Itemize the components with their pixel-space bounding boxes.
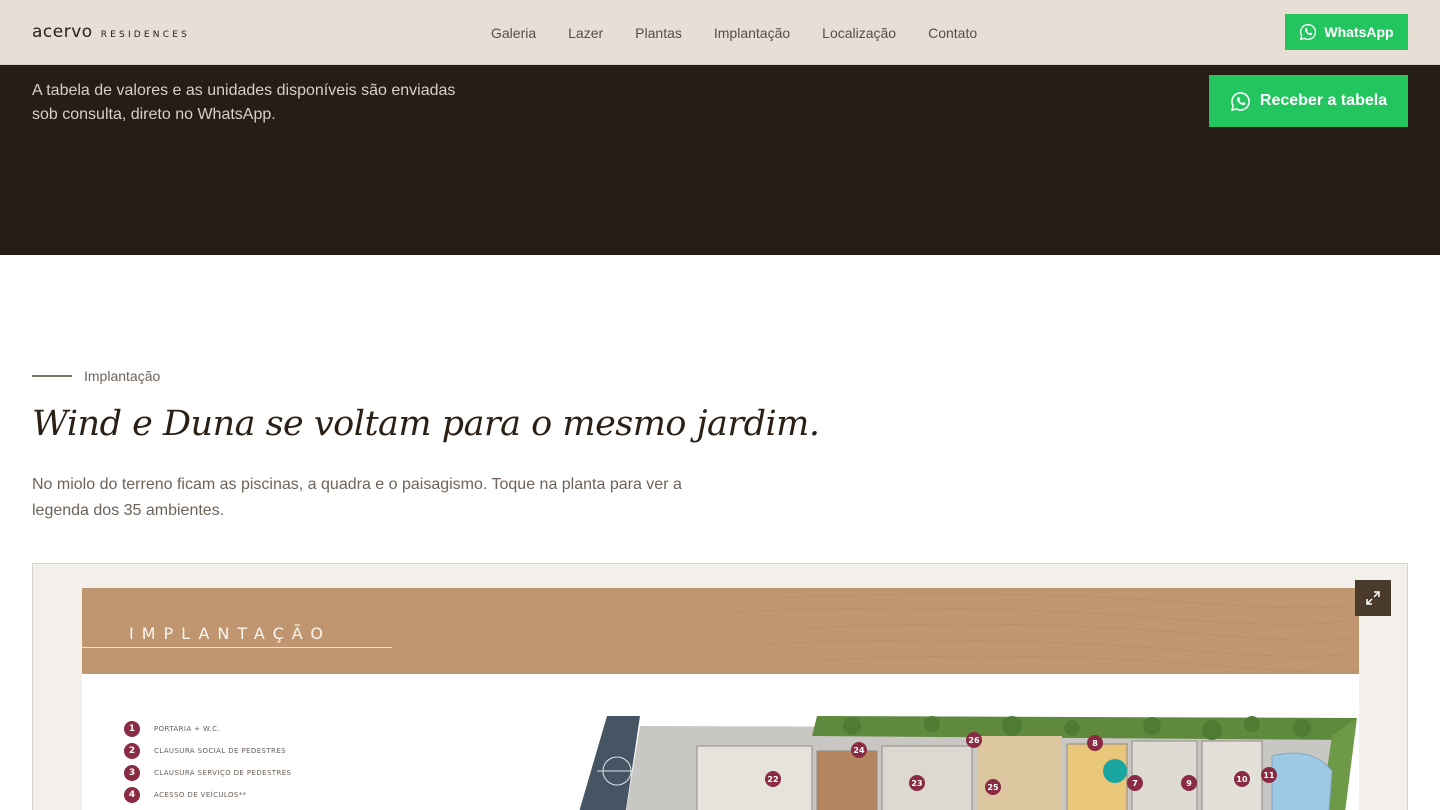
legend-item: 4 ACESSO DE VEÍCULOS** <box>124 784 291 806</box>
site-header: acervo RESIDENCES Galeria Lazer Plantas … <box>0 0 1440 65</box>
legend-number: 3 <box>124 765 140 781</box>
legend-label: CLAUSURA SERVIÇO DE PEDESTRES <box>154 769 292 777</box>
plan-banner-rule <box>82 647 392 648</box>
marker-label: 11 <box>1263 771 1275 780</box>
site-plan-viewer[interactable]: IMPLANTAÇÃO 1 PORTARIA + W.C. 2 CLAUSURA… <box>32 563 1408 810</box>
nav-lazer[interactable]: Lazer <box>568 25 603 41</box>
legend-item: 3 CLAUSURA SERVIÇO DE PEDESTRES <box>124 762 291 784</box>
nav-implantacao[interactable]: Implantação <box>714 25 790 41</box>
eyebrow-line <box>32 375 72 377</box>
legend-label: CLAUSURA SOCIAL DE PEDESTRES <box>154 747 286 755</box>
section-title: Wind e Duna se voltam para o mesmo jardi… <box>32 404 820 444</box>
marker-label: 7 <box>1132 779 1138 788</box>
site-plan-drawing: 24 26 8 22 23 25 7 9 10 11 13 16 <box>579 716 1357 810</box>
plan-legend: 1 PORTARIA + W.C. 2 CLAUSURA SOCIAL DE P… <box>124 718 291 806</box>
whatsapp-button[interactable]: WhatsApp <box>1285 14 1408 50</box>
section-eyebrow: Implantação <box>32 368 160 384</box>
nav-plantas[interactable]: Plantas <box>635 25 682 41</box>
receive-table-label: Receber a tabela <box>1259 92 1388 109</box>
marker-label: 23 <box>911 779 922 788</box>
pricing-band: A tabela de valores e as unidades dispon… <box>0 65 1440 255</box>
marker-label: 10 <box>1236 775 1248 784</box>
legend-item: 1 PORTARIA + W.C. <box>124 718 291 740</box>
legend-label: PORTARIA + W.C. <box>154 725 221 733</box>
marker-label: 22 <box>767 775 778 784</box>
expand-icon <box>1366 591 1380 605</box>
nav-contato[interactable]: Contato <box>928 25 977 41</box>
whatsapp-icon <box>1300 23 1317 41</box>
marker-label: 26 <box>968 736 980 745</box>
nav-localizacao[interactable]: Localização <box>822 25 896 41</box>
logo-wordmark: acervo <box>32 22 93 42</box>
whatsapp-label: WhatsApp <box>1324 24 1394 40</box>
site-plan-image[interactable]: IMPLANTAÇÃO 1 PORTARIA + W.C. 2 CLAUSURA… <box>82 588 1359 810</box>
marker-label: 24 <box>853 746 865 755</box>
expand-button[interactable] <box>1355 580 1391 616</box>
marker-label: 9 <box>1186 779 1192 788</box>
legend-item: 2 CLAUSURA SOCIAL DE PEDESTRES <box>124 740 291 762</box>
logo-subtitle: RESIDENCES <box>100 30 191 40</box>
legend-number: 1 <box>124 721 140 737</box>
plan-banner-title: IMPLANTAÇÃO <box>129 624 331 643</box>
nav-galeria[interactable]: Galeria <box>491 25 536 41</box>
marker-label: 25 <box>987 783 999 792</box>
eyebrow-text: Implantação <box>84 368 161 384</box>
whatsapp-icon <box>1230 91 1250 111</box>
legend-number: 4 <box>124 787 140 803</box>
legend-label: ACESSO DE VEÍCULOS** <box>154 791 247 799</box>
logo[interactable]: acervo RESIDENCES <box>32 22 190 42</box>
main-nav: Galeria Lazer Plantas Implantação Locali… <box>491 0 977 65</box>
plan-banner: IMPLANTAÇÃO <box>82 588 1359 674</box>
receive-table-button[interactable]: Receber a tabela <box>1209 75 1408 127</box>
section-description: No miolo do terreno ficam as piscinas, a… <box>32 476 682 519</box>
pricing-text: A tabela de valores e as unidades dispon… <box>32 82 456 123</box>
legend-number: 2 <box>124 743 140 759</box>
marker-label: 8 <box>1092 739 1098 748</box>
